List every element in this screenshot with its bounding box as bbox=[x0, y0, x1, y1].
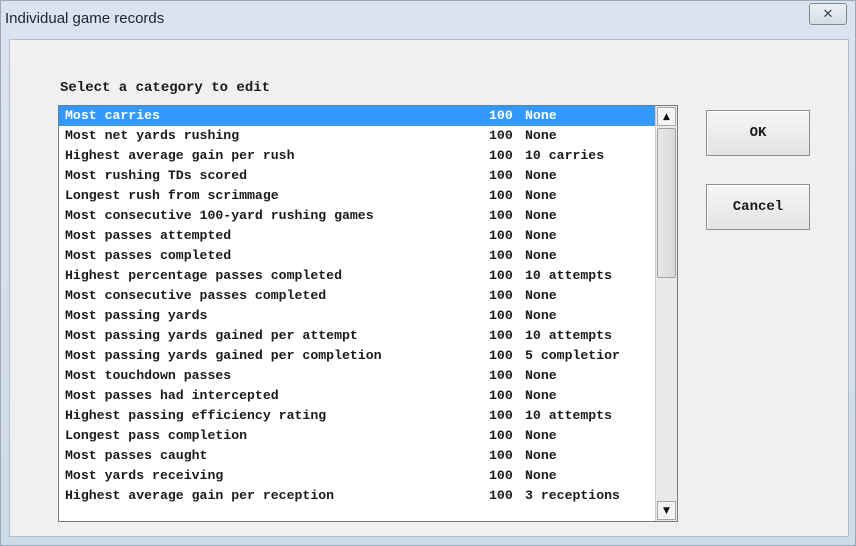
category-name: Most yards receiving bbox=[65, 468, 224, 483]
category-value: 100 bbox=[489, 328, 513, 343]
window-title: Individual game records bbox=[5, 10, 165, 27]
category-list-rows: Most carries 100 None Most net yards rushin… bbox=[59, 106, 655, 506]
list-item[interactable]: Most passes attempted 100 None bbox=[59, 226, 655, 246]
list-item[interactable]: Highest average gain per rush 100 10 carri… bbox=[59, 146, 655, 166]
category-name: Most passing yards bbox=[65, 308, 208, 323]
category-value: 100 bbox=[489, 368, 513, 383]
list-item[interactable]: Most passing yards gained per attempt 100… bbox=[59, 326, 655, 346]
category-value: 100 bbox=[489, 268, 513, 283]
category-name: Most passing yards gained per attempt bbox=[65, 328, 358, 343]
category-value: 100 bbox=[489, 228, 513, 243]
category-value: 100 bbox=[489, 108, 513, 123]
category-minimum: None bbox=[525, 248, 557, 263]
category-value: 100 bbox=[489, 288, 513, 303]
scroll-up-button[interactable]: ▲ bbox=[657, 107, 676, 126]
category-minimum: 10 carries bbox=[525, 148, 605, 163]
list-item[interactable]: Most yards receiving 100 None bbox=[59, 466, 655, 486]
category-name: Highest percentage passes completed bbox=[65, 268, 342, 283]
list-item[interactable]: Most carries 100 None bbox=[59, 106, 655, 126]
category-name: Longest rush from scrimmage bbox=[65, 188, 279, 203]
scroll-up-arrow-icon: ▲ bbox=[663, 111, 670, 122]
category-minimum: None bbox=[525, 448, 557, 463]
category-minimum: None bbox=[525, 168, 557, 183]
close-button[interactable]: ✕ bbox=[809, 3, 847, 25]
category-value: 100 bbox=[489, 388, 513, 403]
category-name: Most passes caught bbox=[65, 448, 208, 463]
list-item[interactable]: Longest pass completion 100 None bbox=[59, 426, 655, 446]
category-value: 100 bbox=[489, 248, 513, 263]
list-item[interactable]: Highest average gain per reception 100 3 r… bbox=[59, 486, 655, 506]
cancel-button[interactable]: Cancel bbox=[706, 184, 810, 230]
category-name: Most net yards rushing bbox=[65, 128, 240, 143]
close-icon: ✕ bbox=[822, 6, 834, 22]
category-name: Most passes had intercepted bbox=[65, 388, 279, 403]
list-item[interactable]: Highest passing efficiency rating 100 10 a… bbox=[59, 406, 655, 426]
category-name: Most touchdown passes bbox=[65, 368, 232, 383]
list-item[interactable]: Highest percentage passes completed 100 10… bbox=[59, 266, 655, 286]
list-item[interactable]: Longest rush from scrimmage 100 None bbox=[59, 186, 655, 206]
category-minimum: None bbox=[525, 288, 557, 303]
list-item[interactable]: Most rushing TDs scored 100 None bbox=[59, 166, 655, 186]
dialog-window: Individual game records ✕ Select a categ… bbox=[0, 0, 856, 546]
category-value: 100 bbox=[489, 168, 513, 183]
category-value: 100 bbox=[489, 448, 513, 463]
category-minimum: 10 attempts bbox=[525, 268, 613, 283]
category-value: 100 bbox=[489, 488, 513, 503]
scroll-down-button[interactable]: ▼ bbox=[657, 501, 676, 520]
category-name: Highest passing efficiency rating bbox=[65, 408, 327, 423]
title-bar[interactable]: Individual game records ✕ bbox=[1, 1, 855, 39]
category-name: Highest average gain per reception bbox=[65, 488, 335, 503]
list-item[interactable]: Most passes caught 100 None bbox=[59, 446, 655, 466]
category-listbox[interactable]: Most carries 100 None Most net yards rushin… bbox=[58, 105, 678, 522]
category-name: Most passing yards gained per completion bbox=[65, 348, 382, 363]
category-minimum: None bbox=[525, 388, 557, 403]
category-minimum: None bbox=[525, 208, 557, 223]
category-value: 100 bbox=[489, 408, 513, 423]
category-name: Most passes completed bbox=[65, 248, 232, 263]
list-item[interactable]: Most passes completed 100 None bbox=[59, 246, 655, 266]
category-value: 100 bbox=[489, 308, 513, 323]
ok-button[interactable]: OK bbox=[706, 110, 810, 156]
dialog-body: Select a category to edit Most carries 10… bbox=[9, 39, 849, 537]
vertical-scrollbar[interactable]: ▲ ▼ bbox=[655, 106, 677, 521]
category-minimum: None bbox=[525, 308, 557, 323]
scrollbar-thumb[interactable] bbox=[657, 128, 676, 278]
category-minimum: None bbox=[525, 108, 557, 123]
list-item[interactable]: Most passing yards 100 None bbox=[59, 306, 655, 326]
list-item[interactable]: Most net yards rushing 100 None bbox=[59, 126, 655, 146]
category-minimum: 3 receptions bbox=[525, 488, 620, 503]
category-name: Highest average gain per rush bbox=[65, 148, 295, 163]
scroll-down-arrow-icon: ▼ bbox=[663, 505, 670, 516]
list-item[interactable]: Most passing yards gained per completion… bbox=[59, 346, 655, 366]
category-minimum: 10 attempts bbox=[525, 408, 613, 423]
category-value: 100 bbox=[489, 208, 513, 223]
category-prompt-label: Select a category to edit bbox=[60, 80, 271, 96]
category-minimum: None bbox=[525, 188, 557, 203]
category-minimum: None bbox=[525, 228, 557, 243]
list-item[interactable]: Most consecutive 100-yard rushing games 1… bbox=[59, 206, 655, 226]
category-value: 100 bbox=[489, 148, 513, 163]
category-value: 100 bbox=[489, 188, 513, 203]
list-item[interactable]: Most touchdown passes 100 None bbox=[59, 366, 655, 386]
category-minimum: None bbox=[525, 468, 557, 483]
category-value: 100 bbox=[489, 468, 513, 483]
category-name: Most passes attempted bbox=[65, 228, 232, 243]
category-name: Most rushing TDs scored bbox=[65, 168, 248, 183]
category-value: 100 bbox=[489, 428, 513, 443]
category-name: Longest pass completion bbox=[65, 428, 248, 443]
list-item[interactable]: Most passes had intercepted 100 None bbox=[59, 386, 655, 406]
category-minimum: None bbox=[525, 128, 557, 143]
category-minimum: None bbox=[525, 428, 557, 443]
category-name: Most consecutive 100-yard rushing games bbox=[65, 208, 374, 223]
list-item[interactable]: Most consecutive passes completed 100 None bbox=[59, 286, 655, 306]
category-name: Most carries bbox=[65, 108, 160, 123]
category-minimum: 10 attempts bbox=[525, 328, 613, 343]
category-minimum: 5 completior bbox=[525, 348, 620, 363]
category-value: 100 bbox=[489, 128, 513, 143]
category-minimum: None bbox=[525, 368, 557, 383]
category-value: 100 bbox=[489, 348, 513, 363]
category-name: Most consecutive passes completed bbox=[65, 288, 327, 303]
